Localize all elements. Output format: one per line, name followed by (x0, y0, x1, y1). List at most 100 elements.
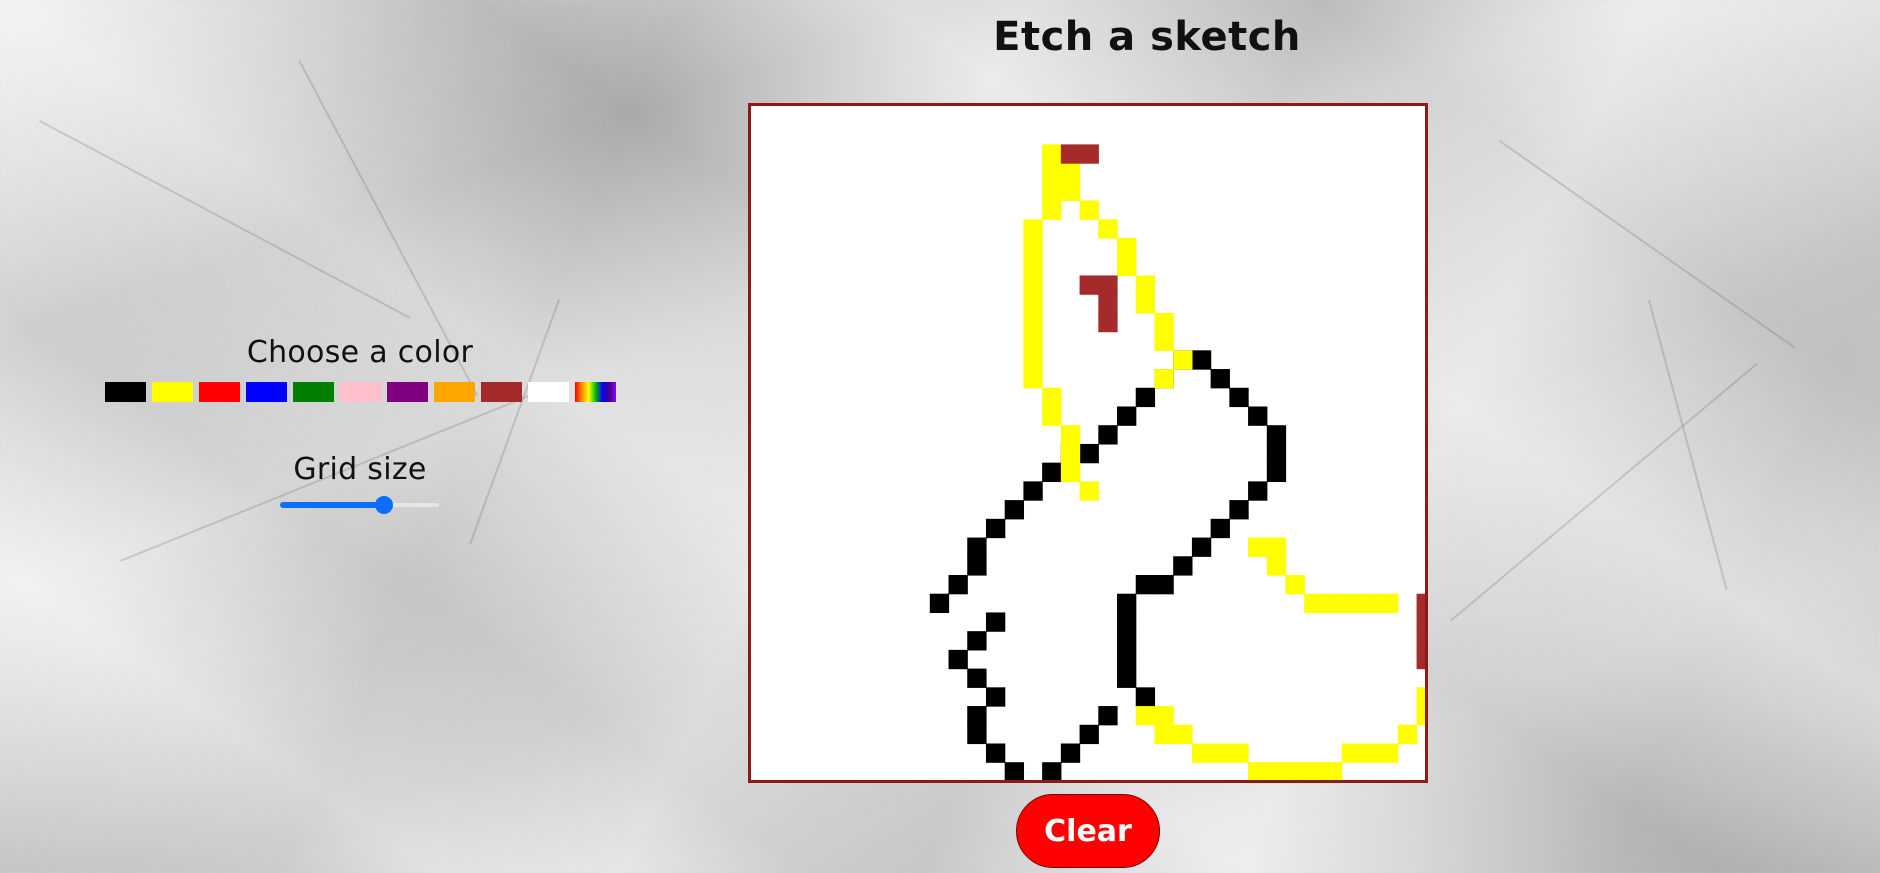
painted-cell-yellow[interactable] (1079, 481, 1099, 501)
swatch-brown[interactable] (480, 382, 522, 402)
painted-cell-yellow[interactable] (1023, 256, 1043, 277)
painted-cell-yellow[interactable] (1060, 425, 1081, 445)
painted-cell-yellow[interactable] (1266, 537, 1287, 557)
painted-cell-black[interactable] (967, 706, 987, 726)
painted-cell-black[interactable] (1229, 500, 1249, 520)
painted-cell-black[interactable] (967, 537, 987, 557)
painted-cell-yellow[interactable] (1023, 237, 1043, 258)
painted-cell-black[interactable] (1060, 743, 1081, 763)
painted-cell-black[interactable] (985, 518, 1006, 539)
painted-cell-yellow[interactable] (1042, 144, 1062, 164)
painted-cell-yellow[interactable] (1304, 762, 1324, 780)
swatch-white[interactable] (527, 382, 569, 402)
painted-cell-yellow[interactable] (1154, 706, 1174, 726)
painted-cell-yellow[interactable] (1135, 294, 1156, 314)
painted-cell-black[interactable] (1266, 425, 1287, 445)
painted-cell-yellow[interactable] (1191, 743, 1212, 763)
painted-cell-black[interactable] (1173, 556, 1193, 576)
painted-cell-yellow[interactable] (1210, 743, 1230, 763)
painted-cell-yellow[interactable] (1098, 219, 1118, 239)
swatch-yellow[interactable] (151, 382, 193, 402)
painted-cell-yellow[interactable] (1266, 762, 1287, 780)
painted-cell-black[interactable] (1004, 500, 1025, 520)
painted-cell-black[interactable] (1117, 406, 1137, 426)
painted-cell-black[interactable] (1248, 406, 1268, 426)
painted-cell-black[interactable] (967, 556, 987, 576)
painted-cell-brown[interactable] (1416, 631, 1425, 651)
painted-cell-black[interactable] (1135, 574, 1156, 595)
painted-cell-black[interactable] (1117, 631, 1137, 651)
painted-cell-black[interactable] (1023, 481, 1043, 501)
painted-cell-black[interactable] (1210, 518, 1230, 539)
painted-cell-yellow[interactable] (1060, 163, 1081, 183)
painted-cell-yellow[interactable] (1154, 724, 1174, 745)
painted-cell-yellow[interactable] (1135, 706, 1156, 726)
painted-cell-black[interactable] (948, 574, 968, 595)
swatch-green[interactable] (292, 382, 334, 402)
painted-cell-yellow[interactable] (1154, 331, 1174, 351)
painted-cell-yellow[interactable] (1023, 219, 1043, 239)
painted-cell-yellow[interactable] (1060, 181, 1081, 202)
swatch-blue[interactable] (245, 382, 287, 402)
painted-cell-yellow[interactable] (1042, 200, 1062, 220)
painted-cell-yellow[interactable] (1304, 593, 1324, 614)
painted-cell-yellow[interactable] (1285, 762, 1305, 780)
painted-cell-yellow[interactable] (1154, 369, 1174, 389)
painted-cell-black[interactable] (967, 668, 987, 688)
painted-cell-yellow[interactable] (1416, 687, 1425, 707)
painted-cell-yellow[interactable] (1248, 762, 1268, 780)
painted-cell-yellow[interactable] (1023, 350, 1043, 370)
painted-cell-black[interactable] (1266, 443, 1287, 464)
painted-cell-yellow[interactable] (1154, 312, 1174, 333)
painted-cell-black[interactable] (1117, 649, 1137, 670)
painted-cell-yellow[interactable] (1060, 462, 1081, 482)
painted-cell-yellow[interactable] (1023, 369, 1043, 389)
painted-cell-brown[interactable] (1416, 612, 1425, 632)
sketch-grid[interactable] (751, 106, 1425, 780)
painted-cell-black[interactable] (1117, 612, 1137, 632)
painted-cell-black[interactable] (985, 612, 1006, 632)
painted-cell-yellow[interactable] (1322, 593, 1343, 614)
painted-cell-brown[interactable] (1098, 294, 1118, 314)
swatch-rainbow[interactable] (574, 382, 616, 402)
painted-cell-yellow[interactable] (1060, 443, 1081, 464)
painted-cell-black[interactable] (1079, 724, 1099, 745)
painted-cell-black[interactable] (1004, 762, 1025, 780)
painted-cell-yellow[interactable] (1285, 574, 1305, 595)
swatch-red[interactable] (198, 382, 240, 402)
painted-cell-yellow[interactable] (1360, 743, 1380, 763)
painted-cell-black[interactable] (1117, 593, 1137, 614)
swatch-purple[interactable] (386, 382, 428, 402)
painted-cell-yellow[interactable] (1135, 275, 1156, 295)
painted-cell-black[interactable] (1229, 387, 1249, 408)
painted-cell-yellow[interactable] (1023, 294, 1043, 314)
painted-cell-yellow[interactable] (1229, 743, 1249, 763)
painted-cell-black[interactable] (1191, 350, 1212, 370)
painted-cell-black[interactable] (985, 743, 1006, 763)
painted-cell-brown[interactable] (1060, 144, 1081, 164)
swatch-black[interactable] (104, 382, 146, 402)
painted-cell-yellow[interactable] (1042, 387, 1062, 408)
clear-button[interactable]: Clear (1016, 794, 1160, 868)
painted-cell-black[interactable] (1098, 425, 1118, 445)
painted-cell-yellow[interactable] (1248, 537, 1268, 557)
painted-cell-black[interactable] (1079, 443, 1099, 464)
painted-cell-black[interactable] (1042, 462, 1062, 482)
painted-cell-yellow[interactable] (1079, 200, 1099, 220)
painted-cell-yellow[interactable] (1023, 312, 1043, 333)
painted-cell-yellow[interactable] (1379, 593, 1399, 614)
painted-cell-brown[interactable] (1098, 312, 1118, 333)
slider-thumb[interactable] (375, 496, 393, 514)
painted-cell-yellow[interactable] (1173, 724, 1193, 745)
painted-cell-black[interactable] (1098, 706, 1118, 726)
painted-cell-brown[interactable] (1416, 593, 1425, 614)
painted-cell-black[interactable] (929, 593, 950, 614)
painted-cell-black[interactable] (1191, 537, 1212, 557)
painted-cell-black[interactable] (1248, 481, 1268, 501)
painted-cell-brown[interactable] (1079, 275, 1099, 295)
painted-cell-brown[interactable] (1098, 275, 1118, 295)
painted-cell-black[interactable] (948, 649, 968, 670)
painted-cell-yellow[interactable] (1023, 331, 1043, 351)
swatch-orange[interactable] (433, 382, 475, 402)
painted-cell-yellow[interactable] (1042, 406, 1062, 426)
